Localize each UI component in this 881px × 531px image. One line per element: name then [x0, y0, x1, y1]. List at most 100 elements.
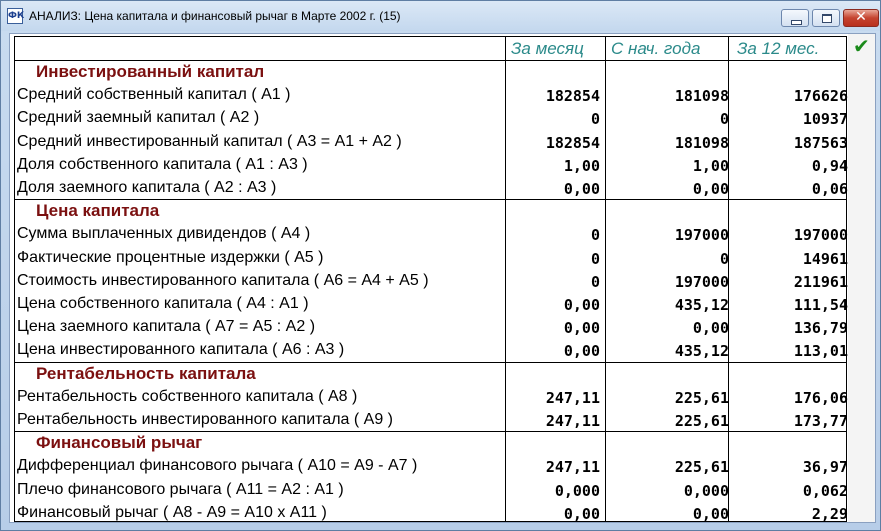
report-window: ФК АНАЛИЗ: Цена капитала и финансовый ры…	[0, 0, 881, 531]
table-row[interactable]: Рентабельность инвестированного капитала…	[15, 409, 848, 432]
table-row[interactable]: Доля заемного капитала ( А2 : А3 ) 0,00 0,…	[15, 177, 848, 200]
row-value: 247,11	[545, 412, 600, 430]
table-row[interactable]: Фактические процентные издержки ( А5 ) 0 0…	[15, 247, 848, 270]
row-value: 111,54	[793, 296, 848, 314]
row-value: 182854	[545, 87, 600, 106]
row-value: 36,97	[802, 458, 848, 477]
row-value: 197000	[793, 226, 848, 245]
row-value: 0	[590, 110, 600, 129]
row-value: 14961	[802, 249, 848, 268]
row-value: 182854	[545, 133, 600, 152]
row-label: Плечо финансового рычага ( А11 = А2 : А1…	[17, 480, 344, 498]
section-header: Финансовый рычаг	[15, 432, 846, 455]
row-label: Доля заемного капитала ( А2 : А3 )	[17, 179, 277, 196]
column-header: С нач. года	[611, 39, 701, 58]
row-value: 0	[590, 226, 600, 245]
section-title: Цена капитала	[36, 201, 160, 221]
row-value: 0,00	[692, 319, 729, 338]
table-row[interactable]: Стоимость инвестированного капитала ( А6…	[15, 270, 848, 293]
table-row[interactable]: Сумма выплаченных дивидендов ( А4 ) 0 1970…	[15, 223, 848, 246]
row-label: Рентабельность инвестированного капитала…	[17, 411, 393, 428]
table-row[interactable]: Цена инвестированного капитала ( А6 : А3…	[15, 339, 848, 362]
window-title: АНАЛИЗ: Цена капитала и финансовый рычаг…	[29, 9, 401, 23]
close-icon: ✕	[855, 9, 867, 25]
row-value: 0	[719, 249, 729, 268]
row-value: 0,00	[563, 319, 600, 338]
section-title: Рентабельность капитала	[36, 363, 256, 383]
row-value: 0,00	[692, 180, 729, 198]
table-row[interactable]: Средний собственный капитал ( А1 ) 182854…	[15, 84, 848, 107]
column-header: За 12 мес.	[737, 39, 820, 58]
row-value: 197000	[674, 272, 729, 291]
row-value: 0,00	[563, 342, 600, 361]
row-label: Средний собственный капитал ( А1 )	[17, 86, 291, 104]
section-header: Инвестированный капитал	[15, 61, 846, 84]
table-row[interactable]: Доля собственного капитала ( А1 : А3 ) 1,…	[15, 154, 848, 177]
row-value: 1,00	[692, 156, 729, 175]
row-value: 247,11	[545, 458, 600, 477]
row-value: 1,00	[563, 156, 600, 175]
row-value: 0,00	[563, 180, 600, 198]
row-value: 0,00	[563, 296, 600, 314]
row-value: 0	[719, 110, 729, 129]
row-label: Цена инвестированного капитала ( А6 : А3…	[17, 341, 345, 359]
section-title: Инвестированный капитал	[36, 62, 265, 81]
table-row[interactable]: Цена заемного капитала ( А7 = А5 : А2 ) 0…	[15, 316, 848, 339]
row-value: 181098	[674, 87, 729, 106]
row-label: Цена собственного капитала ( А4 : А1 )	[17, 295, 309, 312]
row-value: 0,062	[802, 481, 848, 500]
row-value: 197000	[674, 226, 729, 245]
row-value: 0	[590, 249, 600, 268]
row-label: Финансовый рычаг ( А8 - А9 = А10 х А11 )	[17, 503, 327, 521]
row-value: 0,06	[811, 180, 848, 198]
maximize-button[interactable]	[812, 9, 840, 27]
row-value: 225,61	[674, 388, 729, 407]
row-label: Средний инвестированный капитал ( А3 = А…	[17, 132, 402, 150]
row-label: Средний заемный капитал ( А2 )	[17, 109, 260, 127]
row-value: 0,00	[692, 504, 729, 523]
analysis-table: За месяц С нач. года За 12 мес. Инвестирова…	[14, 36, 848, 525]
column-header-row: За месяц С нач. года За 12 мес.	[15, 37, 846, 60]
row-label: Сумма выплаченных дивидендов ( А4 )	[17, 225, 311, 243]
checkmark-icon[interactable]: ✔	[853, 34, 870, 58]
minimize-button[interactable]	[781, 9, 809, 27]
content-area: За месяц С нач. года За 12 мес. Инвестирова…	[9, 33, 876, 523]
row-value: 0,000	[683, 481, 729, 500]
row-label: Цена заемного капитала ( А7 = А5 : А2 )	[17, 318, 316, 336]
row-value: 435,12	[674, 296, 729, 314]
section-header: Рентабельность капитала	[15, 363, 846, 386]
row-value: 176626	[793, 87, 848, 106]
app-icon: ФК	[7, 8, 24, 24]
table-row[interactable]: Рентабельность собственного капитала ( А…	[15, 386, 848, 409]
row-label: Доля собственного капитала ( А1 : А3 )	[17, 155, 308, 173]
row-value: 435,12	[674, 342, 729, 361]
row-value: 0,94	[811, 156, 848, 175]
table-row[interactable]: Средний инвестированный капитал ( А3 = А…	[15, 131, 848, 154]
title-bar[interactable]: ФК АНАЛИЗ: Цена капитала и финансовый ры…	[1, 1, 880, 31]
row-value: 0,000	[554, 481, 600, 500]
table-row[interactable]: Финансовый рычаг ( А8 - А9 = А10 х А11 )…	[15, 502, 848, 525]
row-value: 211961	[793, 272, 848, 291]
row-value: 181098	[674, 133, 729, 152]
close-button[interactable]: ✕	[843, 9, 879, 27]
row-value: 0	[590, 272, 600, 291]
side-panel: ✔	[848, 34, 875, 522]
table-row[interactable]: Плечо финансового рычага ( А11 = А2 : А1…	[15, 479, 848, 502]
row-label: Дифференциал финансового рычага ( А10 = …	[17, 457, 418, 475]
row-value: 187563	[793, 133, 848, 152]
row-value: 225,61	[674, 412, 729, 430]
row-value: 10937	[802, 110, 848, 129]
row-label: Стоимость инвестированного капитала ( А6…	[17, 271, 429, 289]
row-value: 0,00	[563, 504, 600, 523]
section-header: Цена капитала	[15, 200, 846, 223]
table-row[interactable]: Средний заемный капитал ( А2 ) 0 0 10937	[15, 107, 848, 130]
row-value: 173,77	[793, 412, 848, 430]
row-label: Фактические процентные издержки ( А5 )	[17, 248, 324, 266]
row-value: 225,61	[674, 458, 729, 477]
row-value: 247,11	[545, 388, 600, 407]
row-value: 136,79	[793, 319, 848, 338]
table-row[interactable]: Дифференциал финансового рычага ( А10 = …	[15, 455, 848, 478]
table-row[interactable]: Цена собственного капитала ( А4 : А1 ) 0,…	[15, 293, 848, 316]
section-title: Финансовый рычаг	[36, 433, 203, 453]
column-header: За месяц	[511, 39, 584, 58]
